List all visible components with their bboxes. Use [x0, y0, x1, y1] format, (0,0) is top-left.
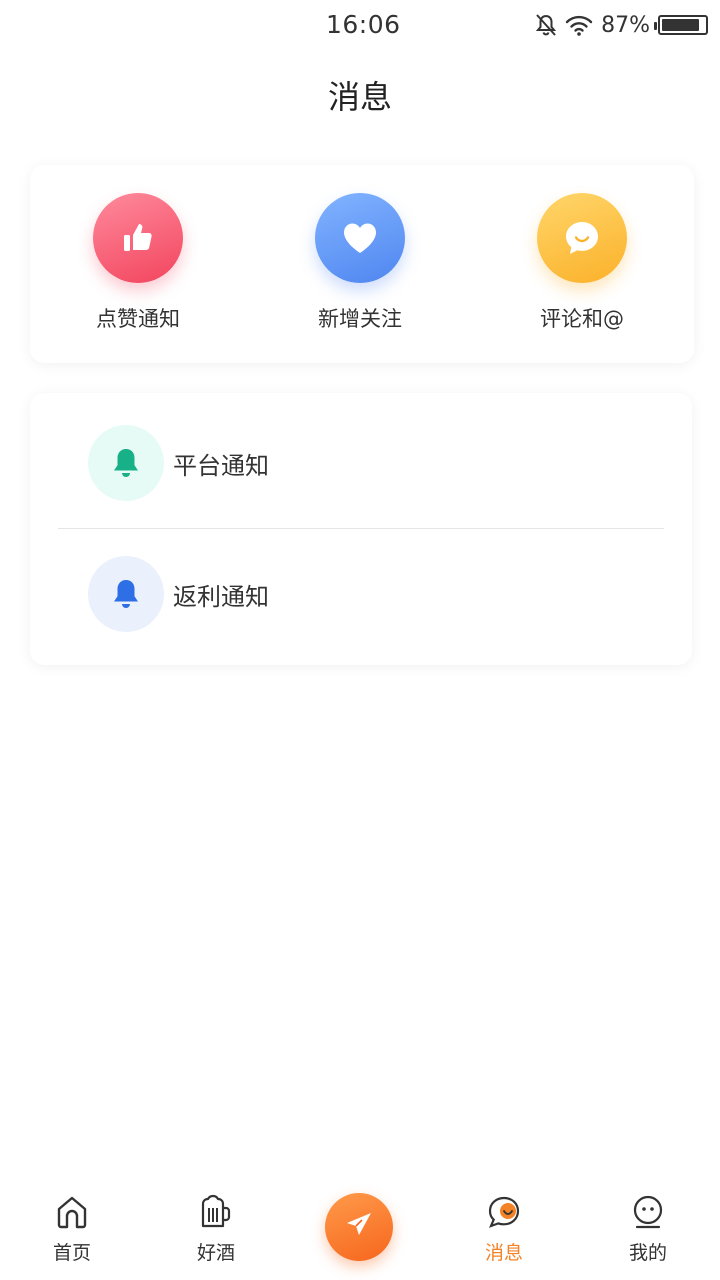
list-item-label: 返利通知: [173, 582, 269, 611]
wifi-icon: [565, 14, 593, 36]
heart-icon: [315, 193, 405, 283]
nav-label: 首页: [52, 1242, 91, 1264]
nav-label: 消息: [484, 1242, 523, 1264]
list-item-rebate-notice[interactable]: 返利通知: [30, 529, 692, 659]
bell-off-icon: [535, 13, 557, 37]
page-title: 消息: [327, 78, 392, 116]
face-icon: [598, 1194, 698, 1230]
quick-action-label: 新增关注: [318, 307, 402, 331]
battery-percent: 87%: [601, 12, 650, 38]
paper-plane-icon: [344, 1210, 374, 1244]
status-bar: 16:06 87%: [0, 0, 720, 50]
status-icons: 87%: [535, 10, 708, 40]
beer-mug-icon: [166, 1194, 266, 1230]
list-item-label: 平台通知: [173, 451, 269, 480]
nav-publish-button[interactable]: [325, 1193, 393, 1261]
quick-actions-card: 点赞通知 新增关注 评论和@: [30, 165, 694, 363]
quick-action-comments[interactable]: 评论和@: [492, 193, 672, 333]
nav-item-messages[interactable]: 消息: [454, 1194, 554, 1265]
list-item-platform-notice[interactable]: 平台通知: [30, 398, 692, 528]
battery-fill: [662, 19, 699, 31]
quick-action-label: 点赞通知: [96, 307, 180, 331]
home-icon: [22, 1194, 122, 1230]
nav-label: 我的: [628, 1242, 667, 1264]
quick-action-follows[interactable]: 新增关注: [270, 193, 450, 333]
bottom-nav: 首页 好酒 消息 我的: [0, 1180, 720, 1280]
status-time: 16:06: [326, 10, 401, 39]
bell-icon: [88, 425, 164, 501]
quick-action-likes[interactable]: 点赞通知: [48, 193, 228, 333]
nav-item-home[interactable]: 首页: [22, 1194, 122, 1265]
chat-bubble-icon: [537, 193, 627, 283]
battery-icon: [654, 15, 708, 35]
nav-item-profile[interactable]: 我的: [598, 1194, 698, 1265]
thumbs-up-icon: [93, 193, 183, 283]
bell-icon: [88, 556, 164, 632]
nav-item-wine[interactable]: 好酒: [166, 1194, 266, 1265]
quick-action-label: 评论和@: [540, 307, 624, 331]
notifications-card: 平台通知 返利通知: [30, 393, 692, 665]
message-face-icon: [454, 1194, 554, 1230]
nav-label: 好酒: [196, 1242, 235, 1264]
